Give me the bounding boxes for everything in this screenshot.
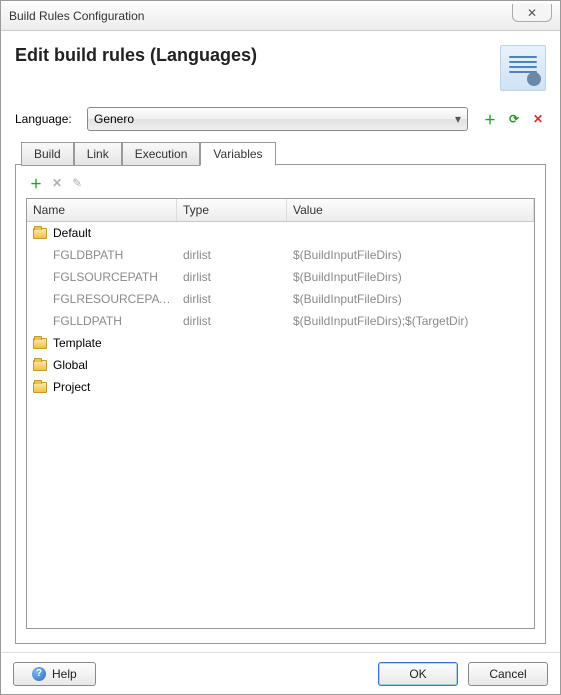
language-toolbar: ＋ ⟳ ✕ xyxy=(482,111,546,127)
close-button[interactable]: ✕ xyxy=(512,4,552,22)
column-header-name[interactable]: Name xyxy=(27,199,177,221)
help-icon: ? xyxy=(32,667,46,681)
language-label: Language: xyxy=(15,112,81,126)
delete-language-button[interactable]: ✕ xyxy=(530,111,546,127)
column-header-value[interactable]: Value xyxy=(287,199,534,221)
dialog-button-bar: ? Help OK Cancel xyxy=(1,652,560,694)
help-button[interactable]: ? Help xyxy=(13,662,96,686)
delete-variable-button: ✕ xyxy=(52,175,62,192)
variables-toolbar: ＋ ✕ ✎ xyxy=(26,175,535,192)
language-row: Language: Genero ▾ ＋ ⟳ ✕ xyxy=(15,107,546,131)
folder-project[interactable]: Project xyxy=(27,376,534,398)
tab-execution[interactable]: Execution xyxy=(122,142,201,166)
variables-grid: Name Type Value Default FGLDBPATH dirlis… xyxy=(26,198,535,629)
tab-link[interactable]: Link xyxy=(74,142,122,166)
folder-icon xyxy=(33,228,47,239)
dialog-window: Build Rules Configuration ✕ Edit build r… xyxy=(0,0,561,695)
language-selected: Genero xyxy=(94,112,134,126)
rules-document-icon xyxy=(500,45,546,91)
x-icon: ✕ xyxy=(533,112,543,126)
variable-row[interactable]: FGLDBPATH dirlist $(BuildInputFileDirs) xyxy=(27,244,534,266)
variable-row[interactable]: FGLLDPATH dirlist $(BuildInputFileDirs);… xyxy=(27,310,534,332)
add-variable-button[interactable]: ＋ xyxy=(30,175,42,192)
window-title: Build Rules Configuration xyxy=(9,9,144,23)
titlebar: Build Rules Configuration ✕ xyxy=(1,1,560,31)
close-icon: ✕ xyxy=(527,6,537,20)
folder-default[interactable]: Default xyxy=(27,222,534,244)
folder-icon xyxy=(33,360,47,371)
tab-build[interactable]: Build xyxy=(21,142,74,166)
folder-template[interactable]: Template xyxy=(27,332,534,354)
heading-row: Edit build rules (Languages) xyxy=(15,45,546,91)
refresh-icon: ⟳ xyxy=(509,112,519,126)
chevron-down-icon: ▾ xyxy=(455,112,461,126)
column-header-type[interactable]: Type xyxy=(177,199,287,221)
cancel-button[interactable]: Cancel xyxy=(468,662,548,686)
variable-row[interactable]: FGLRESOURCEPATH dirlist $(BuildInputFile… xyxy=(27,288,534,310)
variable-row[interactable]: FGLSOURCEPATH dirlist $(BuildInputFileDi… xyxy=(27,266,534,288)
ok-button[interactable]: OK xyxy=(378,662,458,686)
folder-global[interactable]: Global xyxy=(27,354,534,376)
add-language-button[interactable]: ＋ xyxy=(482,111,498,127)
grid-body: Default FGLDBPATH dirlist $(BuildInputFi… xyxy=(27,222,534,628)
content-area: Edit build rules (Languages) Language: G… xyxy=(1,31,560,652)
grid-header: Name Type Value xyxy=(27,199,534,222)
refresh-button[interactable]: ⟳ xyxy=(506,111,522,127)
variables-panel: ＋ ✕ ✎ Name Type Value Default xyxy=(15,164,546,644)
tab-bar: Build Link Execution Variables xyxy=(15,141,546,165)
folder-icon xyxy=(33,382,47,393)
x-icon: ✕ xyxy=(52,176,62,190)
pencil-icon: ✎ xyxy=(72,176,82,190)
tab-variables[interactable]: Variables xyxy=(200,142,275,166)
page-title: Edit build rules (Languages) xyxy=(15,45,257,66)
gear-icon xyxy=(527,72,541,86)
folder-icon xyxy=(33,338,47,349)
plus-icon: ＋ xyxy=(30,177,42,191)
plus-icon: ＋ xyxy=(484,111,496,128)
language-dropdown[interactable]: Genero ▾ xyxy=(87,107,468,131)
edit-variable-button: ✎ xyxy=(72,175,82,192)
